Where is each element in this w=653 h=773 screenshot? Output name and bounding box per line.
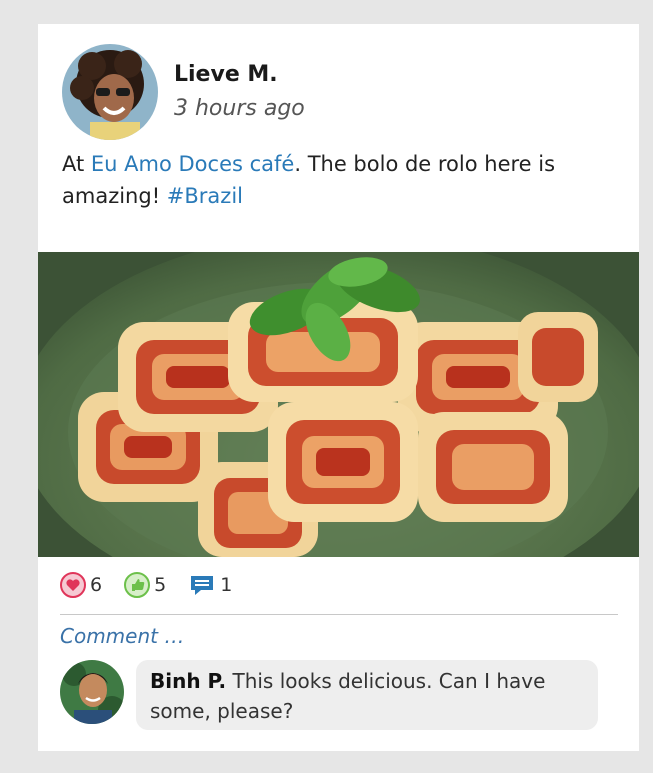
love-count: 6 bbox=[90, 574, 103, 596]
love-reaction[interactable]: 6 bbox=[60, 572, 102, 598]
comment-icon bbox=[191, 576, 214, 595]
commenter-avatar[interactable] bbox=[60, 660, 124, 724]
author-name[interactable]: Lieve M. bbox=[174, 62, 278, 87]
author-avatar[interactable] bbox=[62, 44, 158, 140]
heart-icon bbox=[60, 572, 86, 598]
comment-reaction[interactable]: 1 bbox=[188, 572, 232, 598]
place-link[interactable]: Eu Amo Doces café bbox=[91, 152, 294, 176]
post-text-prefix: At bbox=[62, 152, 91, 176]
like-count: 5 bbox=[154, 574, 167, 596]
hashtag-link[interactable]: #Brazil bbox=[167, 184, 243, 208]
commenter-name[interactable]: Binh P. bbox=[150, 669, 226, 693]
post-card: Lieve M. 3 hours ago At Eu Amo Doces caf… bbox=[38, 24, 639, 751]
post-timestamp: 3 hours ago bbox=[174, 96, 305, 121]
divider bbox=[60, 614, 618, 615]
like-reaction[interactable]: 5 bbox=[124, 572, 166, 598]
reactions-bar: 6 5 1 bbox=[60, 570, 254, 600]
comment-input[interactable]: Comment … bbox=[60, 624, 600, 648]
comment-count: 1 bbox=[220, 574, 233, 596]
comment-bubble: Binh P. This looks delicious. Can I have… bbox=[136, 660, 598, 730]
thumbs-up-icon bbox=[124, 572, 151, 598]
post-text: At Eu Amo Doces café. The bolo de rolo h… bbox=[62, 148, 622, 212]
post-photo[interactable] bbox=[38, 252, 639, 557]
